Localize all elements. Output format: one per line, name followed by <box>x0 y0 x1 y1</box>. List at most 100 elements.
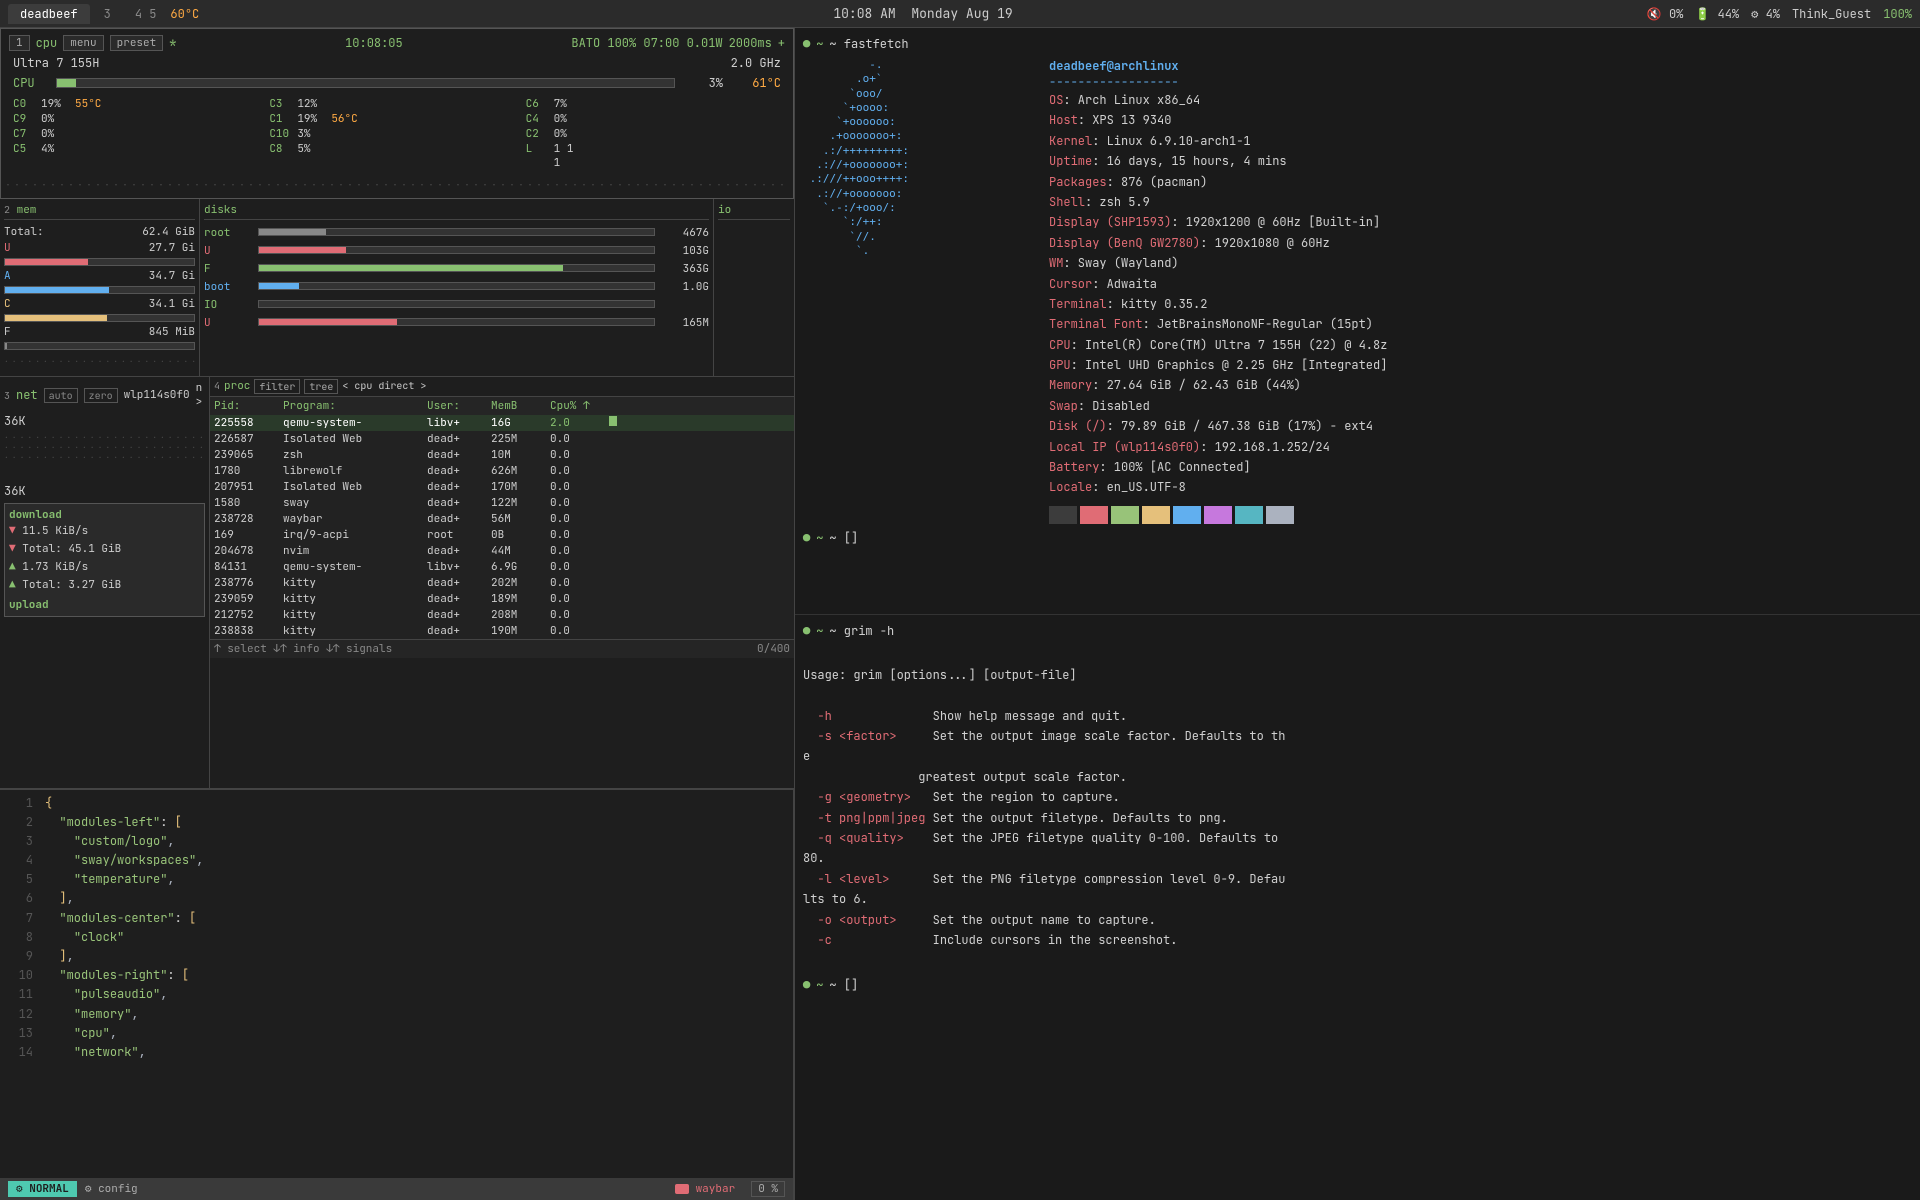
dl-total: ▼ Total: 45.1 GiB <box>9 540 200 558</box>
cpu-freq-ms: 2000ms <box>729 35 772 51</box>
proc-row-6[interactable]: 238728waybardead+56M0.0 <box>210 511 794 527</box>
ff-host: Host: XPS 13 9340 <box>1049 110 1912 130</box>
proc-row-11[interactable]: 239059kittydead+189M0.0 <box>210 591 794 607</box>
proc-filter-btn[interactable]: filter <box>254 379 300 394</box>
grim-content: Usage: grim [options...] [output-file] -… <box>803 645 1912 971</box>
cpu-title: cpu <box>36 35 58 51</box>
ul-speed: ▲ 1.73 KiB/s <box>9 558 200 576</box>
right-panel: ● ~ ~ fastfetch -. .o+` `ooo/ `+oooo: `+… <box>795 28 1920 1200</box>
active-tab[interactable]: deadbeef <box>8 4 90 24</box>
col-mem: MemB <box>491 399 546 413</box>
ff-wm: WM: Sway (Wayland) <box>1049 253 1912 273</box>
ff-disk: Disk (/): 79.89 GiB / 467.38 GiB (17%) -… <box>1049 416 1912 436</box>
terminal-fastfetch: ● ~ ~ fastfetch -. .o+` `ooo/ `+oooo: `+… <box>795 28 1920 615</box>
dl-speed: ▼ 11.5 KiB/s <box>9 522 200 540</box>
bottom-section: 1 { 2 "modules-left": [ 3 "custom/logo",… <box>0 789 794 1200</box>
net-auto[interactable]: auto <box>44 388 78 403</box>
ff-locale: Locale: en_US.UTF-8 <box>1049 477 1912 497</box>
net-title-bar: 3 net auto zero wlp114s0f0 n > <box>4 381 205 409</box>
download-label: download <box>9 508 200 522</box>
ff-memory: Memory: 27.64 GiB / 62.43 GiB (44%) <box>1049 375 1912 395</box>
cpu-progress-fill <box>57 79 76 87</box>
terminal-grim: ● ~ ~ grim -h Usage: grim [options...] [… <box>795 615 1920 1200</box>
topbar-right: 🔇 0% 🔋 44% ⚙ 4% Think_Guest 100% <box>1647 6 1912 22</box>
editor-line-2: 2 "modules-left": [ <box>8 813 785 832</box>
ff-swap: Swap: Disabled <box>1049 396 1912 416</box>
net-nav[interactable]: n > <box>196 381 205 409</box>
proc-row-9[interactable]: 84131qemu-system-libv+6.9G0.0 <box>210 559 794 575</box>
proc-row-1[interactable]: 226587Isolated Webdead+225M0.0 <box>210 431 794 447</box>
disk-panel: disks root 4676 U 103G F 363G boot <box>200 199 714 376</box>
proc-row-7[interactable]: 169irq/9-acpiroot0B0.0 <box>210 527 794 543</box>
proc-row-13[interactable]: 238838kittydead+190M0.0 <box>210 623 794 639</box>
disk-f: F 363G <box>204 260 709 278</box>
editor-line-1: 1 { <box>8 794 785 813</box>
cpu-model: Ultra 7 155H <box>13 55 99 71</box>
ff-username: deadbeef@archlinux <box>1049 58 1912 74</box>
col-prog: Program: <box>283 399 423 413</box>
mem-dots: ········································… <box>4 352 195 372</box>
proc-cpu-direct[interactable]: < cpu direct > <box>342 379 426 394</box>
fastfetch-art: -. .o+` `ooo/ `+oooo: `+oooooo: .+oooooo… <box>803 58 1033 524</box>
cpu-freq-ghz: 2.0 GHz <box>731 55 781 71</box>
core-c3: C312% <box>269 97 524 111</box>
editor-line-13: 13 "cpu", <box>8 1024 785 1043</box>
editor-pct: 0 % <box>751 1181 785 1197</box>
ff-kernel: Kernel: Linux 6.9.10-arch1-1 <box>1049 131 1912 151</box>
mem-title: 2 mem <box>4 203 195 220</box>
tab-extra[interactable]: 4 5 <box>125 4 167 24</box>
disk-u: U 103G <box>204 242 709 260</box>
disk-root: root 4676 <box>204 224 709 242</box>
proc-row-4[interactable]: 207951Isolated Webdead+170M0.0 <box>210 479 794 495</box>
mem-f-row: F845 MiB <box>4 324 195 350</box>
swatch-7 <box>1266 506 1294 524</box>
proc-row-3[interactable]: 1780librewolfdead+626M0.0 <box>210 463 794 479</box>
tab-number[interactable]: 3 <box>94 4 121 24</box>
io-panel: io <box>714 199 794 376</box>
user-indicator: Think_Guest <box>1792 6 1871 22</box>
grim-prompt2: ~ [] <box>829 977 858 993</box>
net-panel: 3 net auto zero wlp114s0f0 n > 36K ·····… <box>0 377 210 788</box>
editor-line-9: 9 ], <box>8 947 785 966</box>
net-graph: ········································… <box>4 433 205 483</box>
proc-footer-text: ↑ select ↓↑ info ↓↑ signals <box>214 642 392 656</box>
cpu-preset-btn[interactable]: preset <box>110 35 164 51</box>
net-proc-row: 3 net auto zero wlp114s0f0 n > 36K ·····… <box>0 377 794 789</box>
topbar-clock: 10:08 AM Monday Aug 19 <box>207 5 1639 22</box>
ff-display1: Display (SHP1593): 1920x1200 @ 60Hz [Bui… <box>1049 212 1912 232</box>
net-zero[interactable]: zero <box>84 388 118 403</box>
editor-line-14: 14 "network", <box>8 1043 785 1062</box>
editor-line-6: 6 ], <box>8 889 785 908</box>
editor-line-8: 8 "clock" <box>8 928 785 947</box>
proc-row-2[interactable]: 239065zshdead+10M0.0 <box>210 447 794 463</box>
proc-row-0[interactable]: 225558qemu-system-libv+16G2.0 <box>210 415 794 431</box>
proc-row-12[interactable]: 212752kittydead+208M0.0 <box>210 607 794 623</box>
fastfetch-prompt-row: ● ~ ~ fastfetch <box>803 36 1912 52</box>
net-bot-val: 36K <box>4 483 205 499</box>
core-c8: C85% <box>269 142 524 170</box>
editor-line-7: 7 "modules-center": [ <box>8 909 785 928</box>
editor-content[interactable]: 1 { 2 "modules-left": [ 3 "custom/logo",… <box>0 790 793 1179</box>
ff-separator: ------------------ <box>1049 74 1912 90</box>
fastfetch-cmd: ~ fastfetch <box>829 36 908 52</box>
upload-label: upload <box>9 598 200 612</box>
disk-u2: U 165M <box>204 314 709 332</box>
core-c9: C90% <box>13 112 268 126</box>
proc-tree-btn[interactable]: tree <box>304 379 338 394</box>
proc-row-10[interactable]: 238776kittydead+202M0.0 <box>210 575 794 591</box>
main-layout: 1 cpu menu preset * 10:08:05 BATO 100% 0… <box>0 28 1920 1200</box>
cpu-bar-row: CPU 3% 61°C <box>5 73 789 93</box>
cpu-title-bar: 1 cpu menu preset * 10:08:05 BATO 100% 0… <box>5 33 789 53</box>
swatch-5 <box>1204 506 1232 524</box>
ff-battery: Battery: 100% [AC Connected] <box>1049 457 1912 477</box>
editor-line-11: 11 "pulseaudio", <box>8 985 785 1004</box>
core-l: L1 1 1 <box>526 142 781 170</box>
core-c2: C20% <box>526 127 781 141</box>
cpu-cores-grid: C019%55°C C312% C67% C90% C119%56°C C40% <box>5 93 789 174</box>
cpu-menu-btn[interactable]: menu <box>63 35 103 51</box>
proc-row-8[interactable]: 204678nvimdead+44M0.0 <box>210 543 794 559</box>
proc-row-5[interactable]: 1580swaydead+122M0.0 <box>210 495 794 511</box>
cpu-section: 1 cpu menu preset * 10:08:05 BATO 100% 0… <box>0 28 794 199</box>
cpu-indicator: ⚙ 4% <box>1751 6 1780 22</box>
core-c0: C019%55°C <box>13 97 268 111</box>
